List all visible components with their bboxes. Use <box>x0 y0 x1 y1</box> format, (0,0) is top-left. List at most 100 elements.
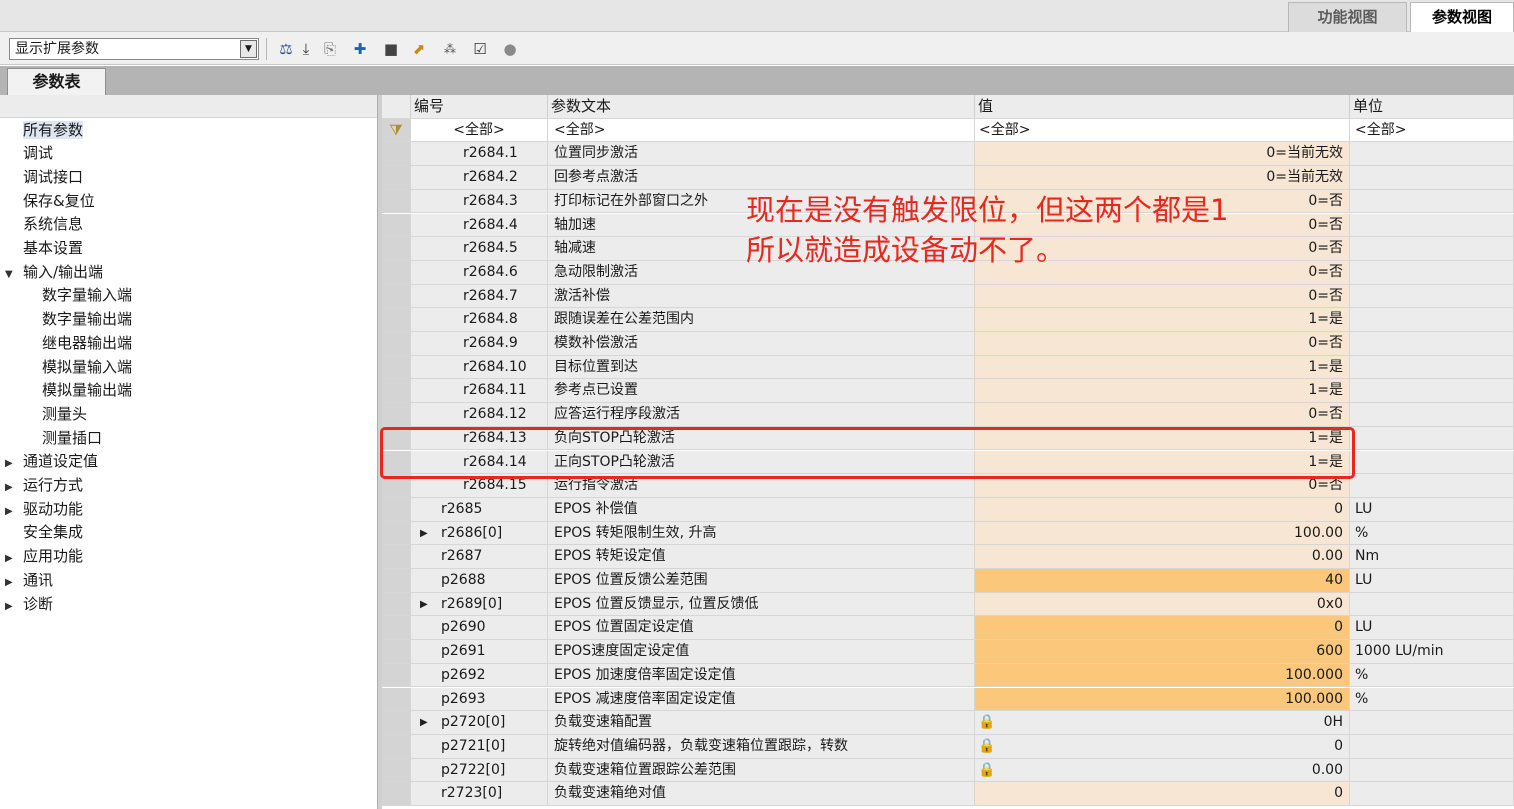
table-row[interactable]: r2689[0] ▶ EPOS 位置反馈显示, 位置反馈低 0x0 <box>382 592 1514 617</box>
tree-item[interactable]: 系统信息 <box>5 213 83 237</box>
table-row[interactable]: r2684.15 运行指令激活 0=否 <box>382 474 1514 498</box>
table-row[interactable]: r2685 EPOS 补偿值 0 LU <box>382 497 1514 522</box>
filter-value[interactable]: <全部> <box>975 118 1350 142</box>
table-row[interactable]: r2686[0] ▶ EPOS 转矩限制生效, 升高 100.00% <box>382 521 1514 546</box>
table-row[interactable]: p2688 EPOS 位置反馈公差范围 40 LU <box>382 569 1514 593</box>
table-row[interactable]: r2684.8 跟随误差在公差范围内 1=是 <box>382 308 1514 332</box>
table-row[interactable]: r2684.13 负向STOP凸轮激活 1=是 <box>382 426 1514 451</box>
chevron-down-icon[interactable]: ▼ <box>240 40 257 58</box>
filter-number[interactable]: <全部> <box>411 118 548 142</box>
table-row[interactable]: r2684.12 应答运行程序段激活 0=否 <box>382 403 1514 427</box>
param-number: r2684.3 <box>463 192 518 209</box>
header-gutter <box>382 95 411 118</box>
table-row[interactable]: r2684.1 位置同步激活 0=当前无效 <box>382 142 1514 167</box>
tree-item[interactable]: 继电器输出端 <box>42 332 132 356</box>
column-header-number[interactable]: 编号 <box>411 95 548 118</box>
row-gutter <box>382 260 411 284</box>
tree-item[interactable]: 调试 <box>5 142 53 166</box>
filter-icon[interactable]: ⧩ <box>382 118 411 142</box>
param-value[interactable]: 0 <box>975 616 1350 640</box>
table-row[interactable]: p2721[0] 旋转绝对值编码器，负载变速箱位置跟踪，转数 🔒 0 <box>382 734 1514 759</box>
tree-item[interactable]: 数字量输入端 <box>42 284 132 308</box>
param-value-text: 0 <box>1334 785 1343 802</box>
param-number-cell: r2684.12 <box>411 403 548 426</box>
tree-item[interactable]: 保存&复位 <box>5 190 95 214</box>
expand-arrow-icon[interactable]: ▶ <box>420 593 428 616</box>
table-row[interactable]: r2684.9 模数补偿激活 0=否 <box>382 332 1514 356</box>
download-icon[interactable]: ⤓ <box>296 39 316 59</box>
param-value[interactable]: 100.000 <box>975 687 1350 711</box>
save-icon[interactable]: ■ <box>381 39 401 59</box>
table-row[interactable]: p2691 EPOS速度固定设定值 600 1000 LU/min <box>382 640 1514 664</box>
table-row[interactable]: r2684.10 目标位置到达 1=是 <box>382 355 1514 380</box>
param-number-cell: p2690 <box>411 616 548 640</box>
parameter-display-dropdown[interactable]: 显示扩展参数 ▼ <box>9 38 259 60</box>
copy-to-icon[interactable]: ⎘ <box>320 39 340 59</box>
collapse-arrow-icon[interactable]: ▼ <box>5 263 17 286</box>
table-row[interactable]: p2722[0] 负载变速箱位置跟踪公差范围 🔒 0.00 <box>382 758 1514 783</box>
tree-item[interactable]: ▶ 通道设定值 <box>5 450 98 474</box>
column-header-value[interactable]: 值 <box>975 95 1350 118</box>
table-row[interactable]: p2693 EPOS 减速度倍率固定设定值 100.000% <box>382 687 1514 712</box>
sort-icon[interactable]: ⁂ <box>440 39 460 59</box>
expand-arrow-icon[interactable]: ▶ <box>420 522 428 545</box>
table-row[interactable]: r2684.14 正向STOP凸轮激活 1=是 <box>382 450 1514 475</box>
param-value: 🔒 0 <box>975 734 1350 758</box>
tab-function-view[interactable]: 功能视图 <box>1288 2 1407 32</box>
tree-item[interactable]: ▶ 诊断 <box>5 593 53 617</box>
table-row[interactable]: r2687 EPOS 转矩设定值 0.00 Nm <box>382 545 1514 569</box>
param-value-text: 0=否 <box>1308 406 1343 423</box>
tab-parameter-view[interactable]: 参数视图 <box>1410 2 1514 32</box>
filter-text[interactable]: <全部> <box>548 118 975 142</box>
param-number: r2689[0] <box>441 595 503 612</box>
expand-arrow-icon[interactable]: ▶ <box>5 595 17 618</box>
expand-arrow-icon[interactable]: ▶ <box>5 476 17 499</box>
table-row[interactable]: p2692 EPOS 加速度倍率固定设定值 100.000% <box>382 663 1514 688</box>
param-value[interactable]: 100.000 <box>975 663 1350 687</box>
table-row[interactable]: r2723[0] 负载变速箱绝对值 0 <box>382 782 1514 806</box>
param-unit: LU <box>1350 497 1514 521</box>
param-value[interactable]: 40 <box>975 569 1350 592</box>
new-icon[interactable]: ✚ <box>350 39 370 59</box>
param-unit <box>1350 213 1514 237</box>
tree-item[interactable]: 模拟量输出端 <box>42 379 132 403</box>
table-row[interactable]: p2720[0] ▶ 负载变速箱配置 🔒 0H <box>382 711 1514 735</box>
table-row[interactable]: r2684.11 参考点已设置 1=是 <box>382 379 1514 404</box>
param-value-text: 1=是 <box>1308 453 1343 470</box>
column-header-text[interactable]: 参数文本 <box>548 95 975 118</box>
tree-item[interactable]: ▶ 运行方式 <box>5 474 83 498</box>
status-dot-icon[interactable]: ● <box>500 39 520 59</box>
tree-item[interactable]: ▶ 通讯 <box>5 569 53 593</box>
expand-arrow-icon[interactable]: ▶ <box>420 711 428 734</box>
tree-item[interactable]: ▼ 输入/输出端 <box>5 261 103 285</box>
tree-item[interactable]: 数字量输出端 <box>42 308 132 332</box>
tree-item[interactable]: 安全集成 <box>5 521 83 545</box>
compare-icon[interactable]: ⚖ <box>276 39 296 59</box>
checkbox-icon[interactable]: ☑ <box>470 39 490 59</box>
table-row[interactable]: p2690 EPOS 位置固定设定值 0 LU <box>382 616 1514 641</box>
param-number-cell: r2689[0] ▶ <box>411 592 548 616</box>
tree-item[interactable]: 所有参数 <box>5 119 84 143</box>
tab-parameter-table[interactable]: 参数表 <box>7 68 106 95</box>
expand-arrow-icon[interactable]: ▶ <box>5 452 17 475</box>
column-header-unit[interactable]: 单位 <box>1350 95 1514 118</box>
tree-item[interactable]: ▶ 驱动功能 <box>5 498 83 522</box>
tree-item[interactable]: 基本设置 <box>5 237 83 261</box>
param-value[interactable]: 600 <box>975 640 1350 663</box>
tree-item[interactable]: 测量插口 <box>42 427 102 451</box>
tree-item[interactable]: 模拟量输入端 <box>42 356 132 380</box>
filter-unit[interactable]: <全部> <box>1350 118 1514 142</box>
export-icon[interactable]: ⬈ <box>409 39 429 59</box>
table-row[interactable]: r2684.2 回参考点激活 0=当前无效 <box>382 166 1514 190</box>
tree-item[interactable]: ▶ 应用功能 <box>5 545 83 569</box>
param-text: EPOS 位置反馈显示, 位置反馈低 <box>548 592 975 616</box>
param-number-cell: r2684.5 <box>411 237 548 260</box>
expand-arrow-icon[interactable]: ▶ <box>5 500 17 523</box>
expand-arrow-icon[interactable]: ▶ <box>5 547 17 570</box>
expand-arrow-icon[interactable]: ▶ <box>5 571 17 594</box>
tree-item[interactable]: 测量头 <box>42 403 87 427</box>
table-row[interactable]: r2684.7 激活补偿 0=否 <box>382 284 1514 309</box>
param-value: 0=否 <box>975 403 1350 426</box>
lock-icon: 🔒 <box>978 761 996 778</box>
tree-item[interactable]: 调试接口 <box>5 166 83 190</box>
